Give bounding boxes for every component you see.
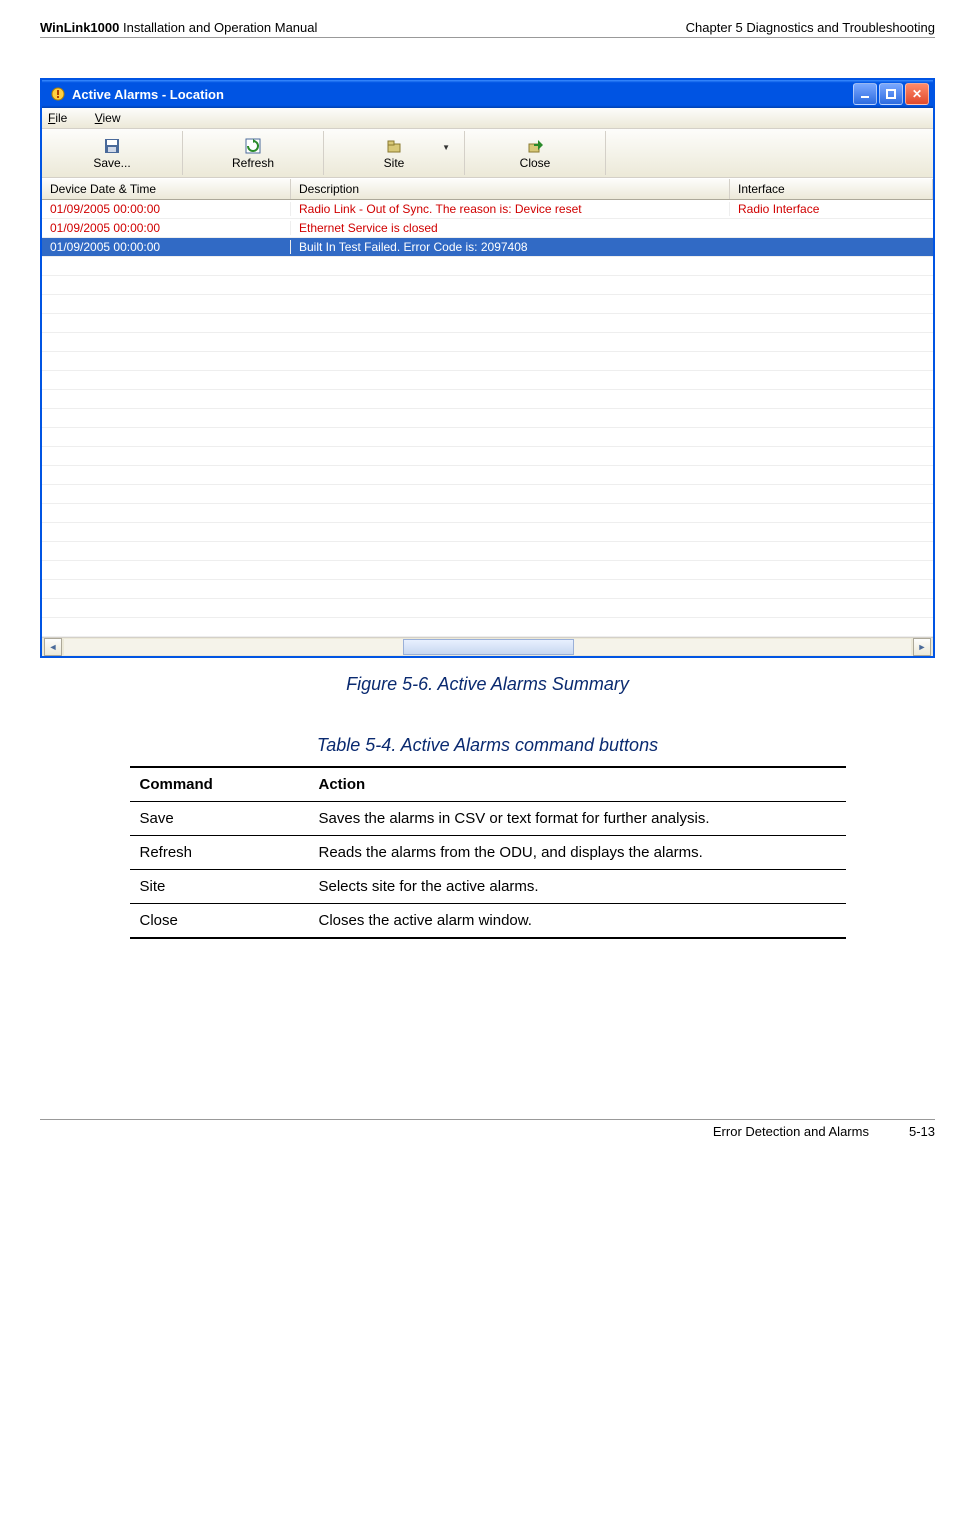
table-row: .: [42, 352, 933, 371]
col-interface[interactable]: Interface: [730, 179, 933, 199]
table-row: SiteSelects site for the active alarms.: [130, 870, 846, 904]
table-row: .: [42, 276, 933, 295]
scroll-right-icon[interactable]: ►: [913, 638, 931, 656]
table-row: .: [42, 580, 933, 599]
table-row: .: [42, 485, 933, 504]
close-icon: [526, 137, 544, 155]
th-action: Action: [309, 767, 846, 802]
menu-view[interactable]: View: [95, 111, 133, 125]
app-icon: [50, 86, 66, 102]
table-row: .: [42, 390, 933, 409]
menubar[interactable]: File View: [42, 108, 933, 129]
table-row: .: [42, 314, 933, 333]
th-command: Command: [130, 767, 309, 802]
table-caption: Table 5-4. Active Alarms command buttons: [40, 735, 935, 756]
column-headers[interactable]: Device Date & Time Description Interface: [42, 178, 933, 200]
save-label: Save...: [93, 156, 130, 170]
table-row[interactable]: 01/09/2005 00:00:00Radio Link - Out of S…: [42, 200, 933, 219]
table-row: .: [42, 599, 933, 618]
close-window-button[interactable]: ✕: [905, 83, 929, 105]
toolbar: Save... Refresh Site ▼ Close: [42, 129, 933, 178]
table-row: .: [42, 371, 933, 390]
close-button[interactable]: Close: [465, 131, 606, 175]
refresh-label: Refresh: [232, 156, 274, 170]
table-row[interactable]: 01/09/2005 00:00:00Built In Test Failed.…: [42, 238, 933, 257]
table-row: CloseCloses the active alarm window.: [130, 904, 846, 939]
page-footer: Error Detection and Alarms 5-13: [40, 1119, 935, 1139]
maximize-button[interactable]: [879, 83, 903, 105]
page-header: WinLink1000 Installation and Operation M…: [40, 20, 935, 38]
table-row: SaveSaves the alarms in CSV or text form…: [130, 802, 846, 836]
table-row: .: [42, 295, 933, 314]
titlebar[interactable]: Active Alarms - Location ✕: [42, 80, 933, 108]
figure-caption: Figure 5-6. Active Alarms Summary: [40, 674, 935, 695]
close-label: Close: [520, 156, 551, 170]
table-row: .: [42, 409, 933, 428]
table-row[interactable]: 01/09/2005 00:00:00Ethernet Service is c…: [42, 219, 933, 238]
minimize-button[interactable]: [853, 83, 877, 105]
footer-section: Error Detection and Alarms: [713, 1124, 869, 1139]
table-row: .: [42, 561, 933, 580]
chevron-down-icon: ▼: [442, 143, 450, 152]
table-row: .: [42, 618, 933, 637]
window-title: Active Alarms - Location: [72, 87, 224, 102]
table-row: .: [42, 447, 933, 466]
table-row: .: [42, 504, 933, 523]
horizontal-scrollbar[interactable]: ◄ ►: [42, 637, 933, 656]
doc-title: Installation and Operation Manual: [123, 20, 317, 35]
table-row: .: [42, 542, 933, 561]
site-icon: [385, 137, 403, 155]
refresh-button[interactable]: Refresh: [183, 131, 324, 175]
footer-page: 5-13: [909, 1124, 935, 1139]
col-datetime[interactable]: Device Date & Time: [42, 179, 291, 199]
table-row: .: [42, 466, 933, 485]
commands-table: Command Action SaveSaves the alarms in C…: [130, 766, 846, 939]
table-row: .: [42, 523, 933, 542]
table-row: .: [42, 257, 933, 276]
table-row: .: [42, 333, 933, 352]
col-description[interactable]: Description: [291, 179, 730, 199]
scroll-thumb[interactable]: [64, 639, 911, 655]
active-alarms-window: Active Alarms - Location ✕ File View Sav…: [40, 78, 935, 658]
scroll-left-icon[interactable]: ◄: [44, 638, 62, 656]
product-name: WinLink1000: [40, 20, 119, 35]
chapter-title: Chapter 5 Diagnostics and Troubleshootin…: [686, 20, 935, 35]
menu-file[interactable]: File: [48, 111, 79, 125]
refresh-icon: [244, 137, 262, 155]
alarm-rows: 01/09/2005 00:00:00Radio Link - Out of S…: [42, 200, 933, 637]
site-label: Site: [384, 156, 405, 170]
site-button[interactable]: Site ▼: [324, 131, 465, 175]
save-button[interactable]: Save...: [42, 131, 183, 175]
table-row: .: [42, 428, 933, 447]
table-row: RefreshReads the alarms from the ODU, an…: [130, 836, 846, 870]
save-icon: [103, 137, 121, 155]
